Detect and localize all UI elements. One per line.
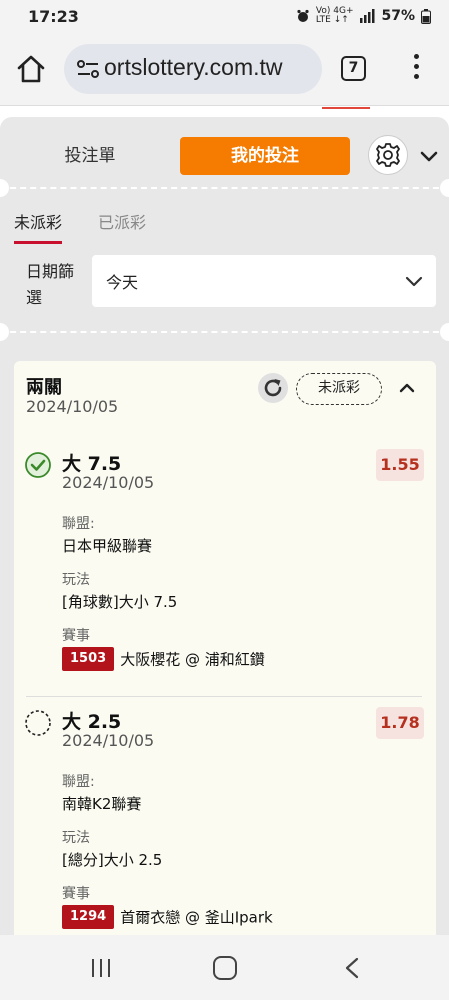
menu-dot-icon bbox=[413, 64, 419, 69]
refresh-button[interactable] bbox=[258, 373, 288, 403]
match-name: 大阪櫻花 @ 浦和紅鑽 bbox=[120, 650, 265, 669]
status-tabs: 未派彩 已派彩 bbox=[0, 207, 449, 251]
chevron-down-icon bbox=[420, 151, 438, 162]
url-text: ortslottery.com.tw bbox=[104, 54, 283, 80]
league-label: 聯盟: bbox=[62, 774, 95, 790]
date-filter-value: 今天 bbox=[106, 273, 139, 292]
divider-notch bbox=[440, 323, 449, 341]
refresh-icon bbox=[264, 379, 282, 397]
bet-date: 2024/10/05 bbox=[26, 397, 119, 416]
date-filter-label: 日期篩選 bbox=[26, 262, 75, 307]
date-filter: 日期篩選 今天 bbox=[0, 255, 449, 319]
league-label: 聯盟: bbox=[62, 516, 95, 532]
network-indicator: Vo) 4G+ LTE ↓↑ bbox=[315, 6, 354, 25]
battery-icon bbox=[421, 8, 431, 24]
market-label: 玩法 bbox=[62, 572, 90, 588]
system-home-button[interactable] bbox=[213, 956, 237, 980]
divider-notch bbox=[440, 179, 449, 197]
gear-icon bbox=[376, 143, 400, 167]
browser-menu-button[interactable] bbox=[408, 54, 424, 84]
menu-dot-icon bbox=[413, 74, 419, 79]
page-content: 投注單 我的投注 未派彩 已派彩 日期篩選 今天 兩關 2024/10/05 未… bbox=[0, 107, 449, 935]
menu-dot-icon bbox=[413, 54, 419, 59]
battery-percent: 57% bbox=[381, 8, 415, 24]
address-bar[interactable]: ortslottery.com.tw bbox=[64, 44, 322, 94]
bet-card: 兩關 2024/10/05 未派彩 大 7.5 2024/10/05 1.55 … bbox=[14, 361, 436, 935]
bet-type: 兩關 bbox=[26, 377, 62, 398]
back-button[interactable] bbox=[343, 957, 361, 979]
browser-toolbar: ortslottery.com.tw 7 bbox=[0, 32, 449, 106]
panel-collapse-button[interactable] bbox=[418, 145, 440, 167]
status-bar: 17:23 Vo) 4G+ LTE ↓↑ 57% bbox=[0, 0, 449, 32]
page-accent-strip bbox=[322, 107, 370, 109]
recent-apps-button[interactable] bbox=[90, 957, 112, 979]
home-icon bbox=[17, 55, 45, 83]
date-filter-select[interactable]: 今天 bbox=[92, 255, 436, 307]
market-value: [角球數]大小 7.5 bbox=[62, 593, 178, 611]
signal-icon bbox=[360, 9, 375, 23]
tab-unsettled[interactable]: 未派彩 bbox=[14, 209, 63, 244]
selection-name: 大 7.5 bbox=[62, 453, 122, 475]
betslip-tabs: 投注單 我的投注 bbox=[0, 127, 449, 187]
selection-odds: 1.55 bbox=[376, 449, 424, 481]
check-circle-icon bbox=[25, 452, 51, 478]
status-badge: 未派彩 bbox=[296, 373, 382, 405]
site-settings-icon[interactable] bbox=[76, 58, 100, 80]
selection-name: 大 2.5 bbox=[62, 711, 122, 733]
match-id-badge: 1294 bbox=[62, 905, 115, 929]
market-value: [總分]大小 2.5 bbox=[62, 851, 163, 869]
market-label: 玩法 bbox=[62, 830, 90, 846]
selection-divider bbox=[26, 696, 422, 697]
status-time: 17:23 bbox=[28, 7, 79, 26]
divider-notch bbox=[0, 323, 9, 341]
league-value: 日本甲級聯賽 bbox=[62, 537, 153, 555]
selection-date: 2024/10/05 bbox=[62, 473, 155, 492]
event-label: 賽事 bbox=[62, 628, 90, 644]
card-collapse-button[interactable] bbox=[398, 379, 416, 397]
dashed-divider bbox=[0, 187, 449, 189]
tab-my-bets[interactable]: 我的投注 bbox=[180, 137, 350, 175]
alarm-icon bbox=[297, 9, 309, 22]
chevron-up-icon bbox=[399, 383, 415, 393]
status-icons: Vo) 4G+ LTE ↓↑ 57% bbox=[296, 7, 431, 25]
betslip-panel: 投注單 我的投注 未派彩 已派彩 日期篩選 今天 兩關 2024/10/05 未… bbox=[0, 117, 449, 935]
home-button[interactable] bbox=[14, 52, 48, 86]
system-nav-bar bbox=[0, 935, 449, 1000]
selection-date: 2024/10/05 bbox=[62, 731, 155, 750]
event-row: 1503 大阪櫻花 @ 浦和紅鑽 bbox=[62, 647, 265, 671]
chevron-down-icon bbox=[405, 276, 423, 287]
dashed-divider bbox=[0, 331, 449, 333]
pending-circle-icon bbox=[25, 710, 51, 736]
event-label: 賽事 bbox=[62, 886, 90, 902]
league-value: 南韓K2聯賽 bbox=[62, 795, 142, 813]
match-id-badge: 1503 bbox=[62, 647, 115, 671]
selection-odds: 1.78 bbox=[376, 707, 424, 739]
settings-button[interactable] bbox=[368, 135, 408, 175]
tab-betslip[interactable]: 投注單 bbox=[40, 137, 140, 175]
tab-switcher-button[interactable]: 7 bbox=[341, 56, 366, 81]
tab-settled[interactable]: 已派彩 bbox=[98, 209, 146, 233]
event-row: 1294 首爾衣戀 @ 釜山Ipark bbox=[62, 905, 273, 929]
match-name: 首爾衣戀 @ 釜山Ipark bbox=[120, 908, 273, 927]
